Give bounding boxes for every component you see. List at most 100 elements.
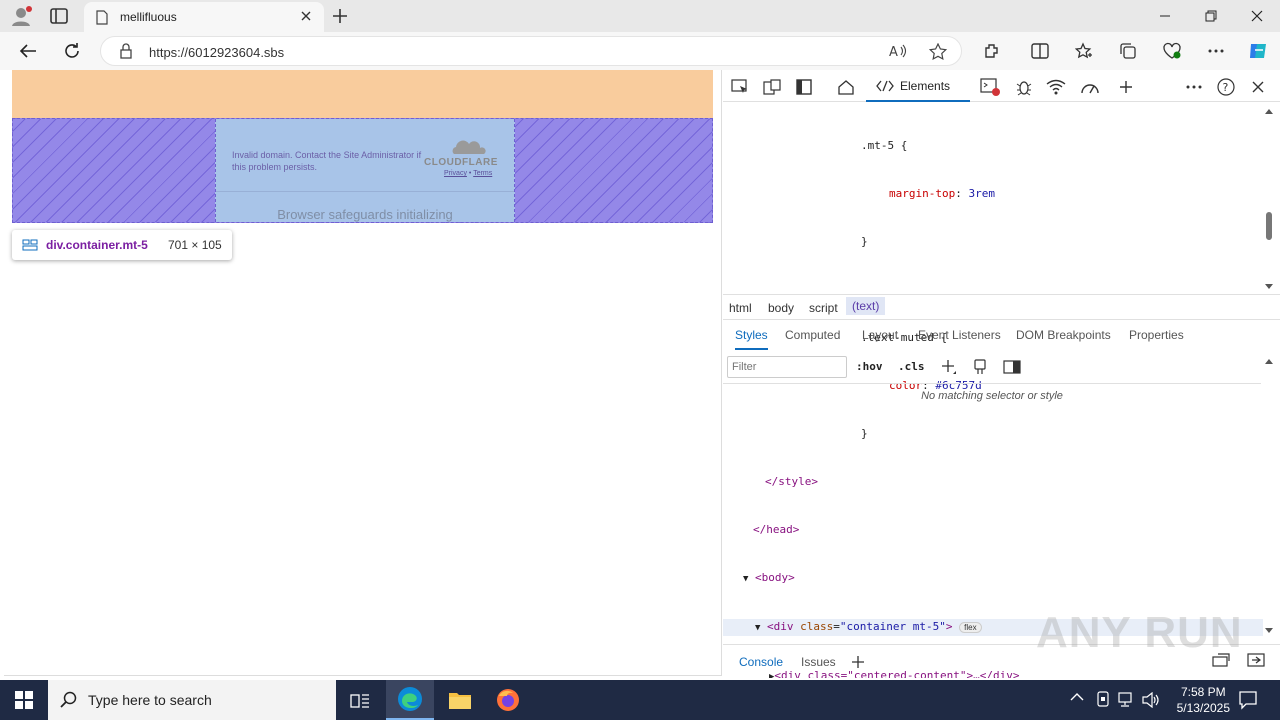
address-bar[interactable]: https://6012923604.sbs A: [100, 36, 962, 66]
cf-links: Privacy • Terms: [444, 170, 492, 177]
search-icon: [60, 691, 78, 709]
tab-computed[interactable]: Computed: [785, 328, 840, 342]
safeguard-status: Browser safeguards initializing: [277, 207, 453, 222]
expand-triangle-icon[interactable]: ▼: [743, 574, 748, 584]
inspect-element-icon[interactable]: [727, 74, 753, 100]
error-message: Invalid domain. Contact the Site Adminis…: [232, 150, 422, 172]
dock-side-icon[interactable]: [791, 74, 817, 100]
crumb-body[interactable]: body: [768, 301, 794, 315]
favorite-star-icon[interactable]: [929, 43, 947, 61]
minimize-icon[interactable]: [1142, 0, 1188, 32]
close-window-icon[interactable]: [1234, 0, 1280, 32]
crumb-text[interactable]: (text): [846, 297, 886, 315]
terms-link[interactable]: Terms: [473, 170, 492, 177]
tab-properties[interactable]: Properties: [1129, 328, 1184, 342]
dom-node-end: >: [945, 620, 953, 633]
centered-content: Invalid domain. Contact the Site Adminis…: [215, 119, 515, 222]
crumb-script[interactable]: script: [809, 301, 838, 315]
windows-start-icon[interactable]: [0, 680, 48, 720]
css-property: margin-top: [889, 187, 956, 200]
tab-elements[interactable]: Elements: [866, 70, 970, 102]
page-icon: [96, 10, 108, 25]
crumb-html[interactable]: html: [729, 301, 752, 315]
tab-dom-breakpoints[interactable]: DOM Breakpoints: [1016, 328, 1111, 342]
performance-icon[interactable]: [1077, 74, 1103, 100]
browser-toolbar: https://6012923604.sbs A: [0, 32, 1280, 70]
devtools-panel: Elements ? .mt-5 { margin-top: 3rem } .t…: [723, 70, 1280, 680]
new-tab-icon[interactable]: [332, 8, 348, 24]
extensions-icon[interactable]: [978, 37, 1006, 65]
add-drawer-tab-icon[interactable]: [851, 655, 865, 669]
firefox-icon[interactable]: [484, 680, 532, 720]
element-state-icon[interactable]: [973, 359, 987, 375]
dom-node[interactable]: </style>: [765, 475, 818, 488]
drawer-dock-icon[interactable]: [1247, 653, 1265, 667]
tab-styles[interactable]: Styles: [735, 328, 768, 350]
flex-badge[interactable]: flex: [959, 622, 982, 633]
copilot-icon[interactable]: [1244, 37, 1272, 65]
cls-toggle[interactable]: .cls: [898, 360, 925, 373]
welcome-home-icon[interactable]: [833, 74, 859, 100]
inspect-tooltip: div.container.mt-5 701 × 105: [12, 230, 232, 260]
lock-icon[interactable]: [119, 43, 133, 59]
search-placeholder: Type here to search: [88, 692, 212, 708]
more-menu-icon[interactable]: [1202, 37, 1230, 65]
styles-scrollbar[interactable]: [1264, 356, 1274, 636]
clock-time: 7:58 PM: [1180, 685, 1226, 699]
close-devtools-icon[interactable]: [1245, 74, 1271, 100]
tab-actions-icon[interactable]: [50, 8, 68, 24]
cloudflare-logo: CLOUDFLARE: [424, 139, 502, 168]
notifications-icon[interactable]: [1238, 690, 1258, 710]
tab-layout[interactable]: Layout: [862, 328, 898, 342]
no-matching-style-message: No matching selector or style: [921, 390, 1063, 402]
network-wifi-icon[interactable]: [1043, 74, 1069, 100]
device-emulation-icon[interactable]: [759, 74, 785, 100]
restore-icon[interactable]: [1188, 0, 1234, 32]
tab-mellifluous[interactable]: mellifluous: [84, 2, 324, 32]
tab-title: mellifluous: [120, 10, 177, 24]
privacy-link[interactable]: Privacy: [444, 170, 467, 177]
refresh-icon[interactable]: [58, 37, 86, 65]
devtools-more-icon[interactable]: [1181, 74, 1207, 100]
drawer-tab-console[interactable]: Console: [739, 655, 783, 669]
tray-chevron-icon[interactable]: [1070, 692, 1084, 702]
debug-bug-icon[interactable]: [1011, 74, 1037, 100]
dom-node[interactable]: <body>: [755, 571, 795, 584]
split-screen-icon[interactable]: [1026, 37, 1054, 65]
expand-triangle-icon[interactable]: ▼: [755, 623, 760, 633]
url-text[interactable]: https://6012923604.sbs: [149, 45, 284, 60]
profile-icon[interactable]: [10, 6, 32, 26]
task-view-icon[interactable]: [336, 680, 384, 720]
drawer-tab-issues[interactable]: Issues: [801, 655, 836, 669]
taskbar-search[interactable]: Type here to search: [48, 680, 336, 720]
dom-node-tag[interactable]: <div: [767, 620, 794, 633]
css-selector: .mt-5 {: [861, 139, 908, 152]
dom-attr-value: "container mt-5": [839, 620, 946, 633]
code-brackets-icon: [876, 80, 894, 92]
read-aloud-icon[interactable]: A: [889, 43, 907, 59]
close-tab-icon[interactable]: [300, 10, 312, 22]
help-icon[interactable]: ?: [1213, 74, 1239, 100]
collections-icon[interactable]: [1114, 37, 1142, 65]
file-explorer-icon[interactable]: [436, 680, 484, 720]
system-clock[interactable]: 7:58 PM 5/13/2025: [1177, 684, 1230, 716]
dom-scrollbar[interactable]: [1264, 106, 1274, 292]
tray-device-icon[interactable]: [1095, 691, 1111, 709]
edge-app-icon[interactable]: [386, 680, 434, 720]
new-style-rule-icon[interactable]: [941, 359, 957, 375]
hov-toggle[interactable]: :hov: [856, 360, 883, 373]
favorites-icon[interactable]: [1070, 37, 1098, 65]
volume-icon[interactable]: [1142, 692, 1160, 708]
console-errors-icon[interactable]: [977, 74, 1003, 100]
taskbar: Type here to search 7:58 PM 5/13/2025: [0, 680, 1280, 720]
network-icon[interactable]: [1118, 692, 1136, 708]
more-tools-plus-icon[interactable]: [1113, 74, 1139, 100]
dom-node[interactable]: </head>: [753, 523, 799, 536]
styles-filter-input[interactable]: [727, 356, 847, 378]
browser-essentials-icon[interactable]: [1158, 37, 1186, 65]
tab-event-listeners[interactable]: Event Listeners: [918, 328, 1001, 342]
back-icon[interactable]: [14, 37, 42, 65]
toggle-sidebar-icon[interactable]: [1003, 360, 1021, 374]
css-close-brace: }: [861, 427, 868, 440]
css-value: 3rem: [968, 187, 995, 200]
